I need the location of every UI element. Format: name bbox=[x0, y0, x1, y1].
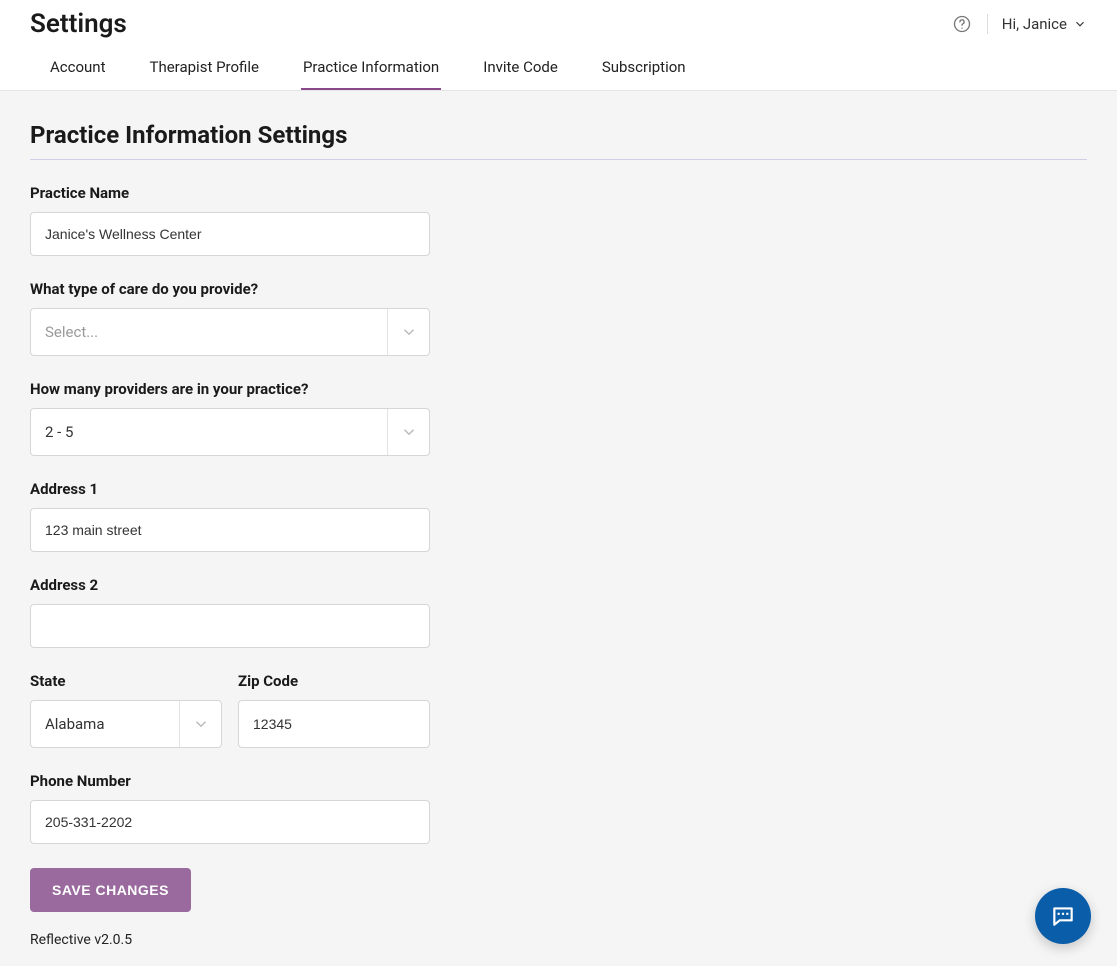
provider-count-value: 2 - 5 bbox=[31, 423, 387, 441]
phone-label: Phone Number bbox=[30, 772, 1087, 790]
section-title: Practice Information Settings bbox=[30, 121, 1087, 149]
practice-name-label: Practice Name bbox=[30, 184, 1087, 202]
address2-label: Address 2 bbox=[30, 576, 1087, 594]
field-care-type: What type of care do you provide? Select… bbox=[30, 280, 1087, 356]
header: Settings Hi, Janice Account T bbox=[0, 0, 1117, 91]
chat-icon bbox=[1050, 903, 1076, 929]
address2-input[interactable] bbox=[30, 604, 430, 648]
care-type-select[interactable]: Select... bbox=[30, 308, 430, 356]
header-right: Hi, Janice bbox=[951, 13, 1087, 35]
content: Practice Information Settings Practice N… bbox=[0, 91, 1117, 958]
phone-input[interactable] bbox=[30, 800, 430, 844]
chevron-down-icon bbox=[179, 701, 221, 747]
header-top: Settings Hi, Janice bbox=[30, 0, 1087, 48]
provider-count-label: How many providers are in your practice? bbox=[30, 380, 1087, 398]
user-menu[interactable]: Hi, Janice bbox=[1002, 15, 1087, 33]
tabs: Account Therapist Profile Practice Infor… bbox=[30, 48, 1087, 90]
section-rule bbox=[30, 159, 1087, 160]
care-type-value: Select... bbox=[31, 323, 387, 341]
field-practice-name: Practice Name bbox=[30, 184, 1087, 256]
row-state-zip: State Alabama Zip Code bbox=[30, 672, 1087, 772]
field-phone: Phone Number bbox=[30, 772, 1087, 844]
chevron-down-icon bbox=[1073, 17, 1087, 31]
address1-label: Address 1 bbox=[30, 480, 1087, 498]
zip-label: Zip Code bbox=[238, 672, 430, 690]
chevron-down-icon bbox=[387, 409, 429, 455]
field-zip: Zip Code bbox=[238, 672, 430, 748]
tab-subscription[interactable]: Subscription bbox=[600, 48, 688, 90]
tab-account[interactable]: Account bbox=[48, 48, 108, 90]
field-address1: Address 1 bbox=[30, 480, 1087, 552]
address1-input[interactable] bbox=[30, 508, 430, 552]
state-label: State bbox=[30, 672, 222, 690]
page-title: Settings bbox=[30, 9, 127, 39]
save-button[interactable]: SAVE CHANGES bbox=[30, 868, 191, 912]
care-type-label: What type of care do you provide? bbox=[30, 280, 1087, 298]
tab-practice-information[interactable]: Practice Information bbox=[301, 48, 441, 90]
provider-count-select[interactable]: 2 - 5 bbox=[30, 408, 430, 456]
practice-name-input[interactable] bbox=[30, 212, 430, 256]
zip-input[interactable] bbox=[238, 700, 430, 748]
user-greeting: Hi, Janice bbox=[1002, 15, 1067, 33]
state-value: Alabama bbox=[31, 715, 179, 733]
divider bbox=[987, 14, 988, 34]
tab-therapist-profile[interactable]: Therapist Profile bbox=[148, 48, 261, 90]
chat-fab[interactable] bbox=[1035, 888, 1091, 944]
chevron-down-icon bbox=[387, 309, 429, 355]
version-text: Reflective v2.0.5 bbox=[30, 932, 1087, 948]
field-state: State Alabama bbox=[30, 672, 222, 748]
field-address2: Address 2 bbox=[30, 576, 1087, 648]
state-select[interactable]: Alabama bbox=[30, 700, 222, 748]
field-provider-count: How many providers are in your practice?… bbox=[30, 380, 1087, 456]
help-icon[interactable] bbox=[951, 13, 973, 35]
tab-invite-code[interactable]: Invite Code bbox=[481, 48, 560, 90]
